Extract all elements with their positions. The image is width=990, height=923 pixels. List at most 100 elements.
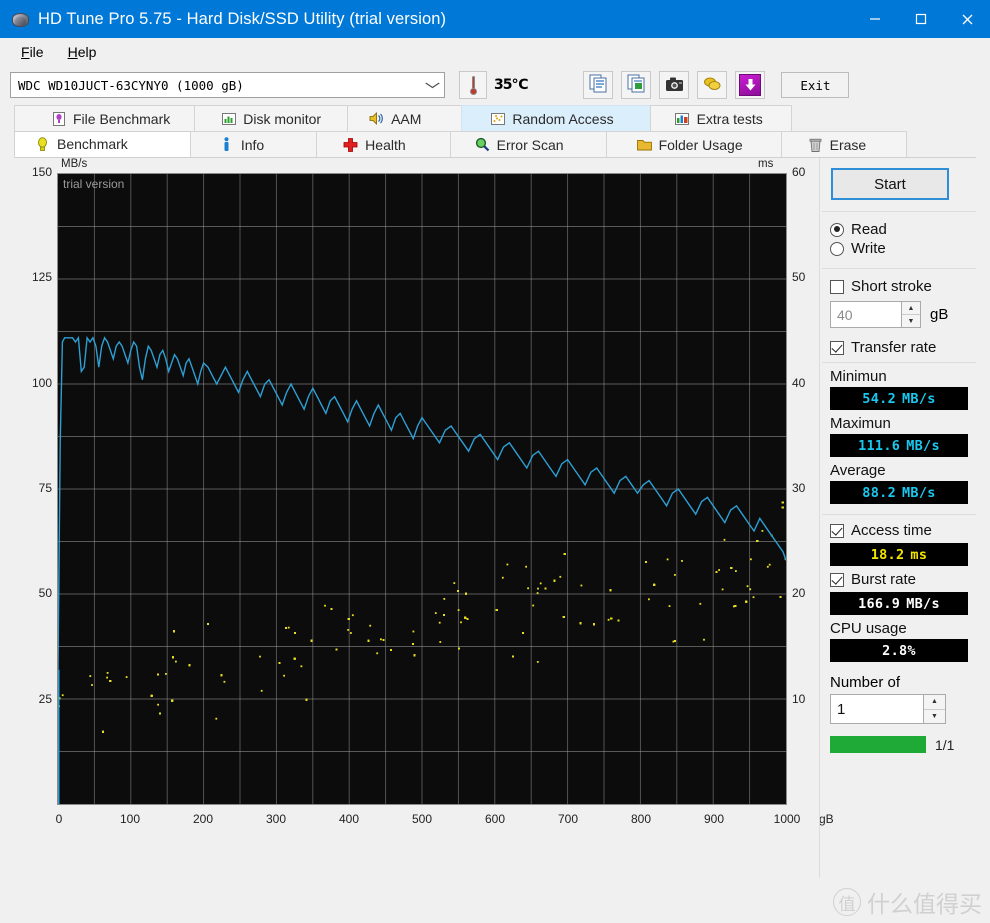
short-stroke-stepper[interactable]: 40 ▲ ▼ gB xyxy=(830,301,976,328)
close-button[interactable] xyxy=(944,0,990,38)
tab-random-access-label: Random Access xyxy=(512,110,614,127)
y-tick-right: 10 xyxy=(792,691,806,706)
tab-info-label: Info xyxy=(240,136,265,153)
number-of-input[interactable]: 1 xyxy=(830,694,924,724)
tab-extra-tests[interactable]: Extra tests xyxy=(649,105,792,131)
drive-select[interactable]: WDC WD10JUCT-63CYNY0 (1000 gB) xyxy=(10,72,445,98)
number-of-stepper[interactable]: 1 ▲ ▼ xyxy=(830,694,976,724)
tab-file-benchmark-label: File Benchmark xyxy=(73,110,171,127)
magnifier-icon xyxy=(475,137,490,152)
tab-folder-usage[interactable]: Folder Usage xyxy=(605,131,782,157)
maximize-button[interactable] xyxy=(898,0,944,38)
x-tick: 300 xyxy=(265,812,287,826)
radio-read[interactable]: Read xyxy=(830,221,976,238)
folder-icon xyxy=(636,137,652,152)
number-of-spin-buttons[interactable]: ▲ ▼ xyxy=(924,694,946,724)
minimum-value-display: 54.2 MB/s xyxy=(830,387,968,410)
window-controls xyxy=(852,0,990,38)
minimum-value: 54.2 xyxy=(862,390,896,407)
copy-button[interactable] xyxy=(583,71,614,99)
tab-erase[interactable]: Erase xyxy=(780,131,908,157)
tab-disk-monitor-label: Disk monitor xyxy=(243,110,322,127)
spin-down-icon[interactable]: ▼ xyxy=(924,710,945,724)
chevron-down-icon xyxy=(424,79,441,92)
cpu-usage-value-display: 2.8% xyxy=(830,639,968,662)
y-tick-left: 50 xyxy=(38,586,52,601)
start-button[interactable]: Start xyxy=(831,168,949,200)
bulb-icon xyxy=(35,136,50,152)
short-stroke-input[interactable]: 40 xyxy=(830,301,902,328)
minimum-unit: MB/s xyxy=(902,390,936,407)
y-tick-left: 25 xyxy=(38,691,52,706)
divider xyxy=(822,362,976,363)
tab-disk-monitor[interactable]: Disk monitor xyxy=(194,105,349,131)
x-tick: 700 xyxy=(557,812,579,826)
short-stroke-unit: gB xyxy=(930,306,949,323)
temperature-button[interactable] xyxy=(459,71,487,99)
maximum-value-display: 111.6 MB/s xyxy=(830,434,968,457)
menu-file[interactable]: File xyxy=(9,41,56,63)
burst-rate-value: 166.9 xyxy=(858,595,901,612)
copy-image-icon xyxy=(627,74,646,96)
x-tick: 800 xyxy=(630,812,652,826)
copy-icon xyxy=(589,74,608,96)
access-time-value-display: 18.2 ms xyxy=(830,543,968,566)
transfer-rate-label: Transfer rate xyxy=(851,339,937,356)
tab-random-access[interactable]: Random Access xyxy=(461,105,651,131)
menu-help-rest: elp xyxy=(77,43,97,60)
tab-row-lower: Benchmark Info Health Error Scan Folder … xyxy=(14,131,976,157)
tab-aam[interactable]: AAM xyxy=(347,105,463,131)
window-titlebar: HD Tune Pro 5.75 - Hard Disk/SSD Utility… xyxy=(0,0,990,38)
tab-health-label: Health xyxy=(365,136,406,153)
menu-help[interactable]: Help xyxy=(56,41,109,63)
short-stroke-label: Short stroke xyxy=(851,278,932,295)
coins-button[interactable] xyxy=(697,71,728,99)
burst-rate-label: Burst rate xyxy=(851,571,917,588)
checkbox-short-stroke[interactable]: Short stroke xyxy=(830,278,976,295)
watermark-brand: 什么值得买 xyxy=(867,892,982,918)
x-tick: 100 xyxy=(119,812,141,826)
short-stroke-spin-buttons[interactable]: ▲ ▼ xyxy=(902,301,921,328)
tab-row-upper: File Benchmark Disk monitor AAM Random A… xyxy=(14,105,976,131)
average-value: 88.2 xyxy=(862,484,896,501)
tab-file-benchmark[interactable]: File Benchmark xyxy=(14,105,196,131)
maximum-label: Maximun xyxy=(830,415,891,432)
y-tick-right: 40 xyxy=(792,375,806,390)
tab-bar: File Benchmark Disk monitor AAM Random A… xyxy=(0,105,990,157)
access-time-checkbox-indicator xyxy=(830,523,844,538)
tab-benchmark[interactable]: Benchmark xyxy=(14,131,191,157)
download-button[interactable] xyxy=(735,71,766,99)
chart-area: MB/s ms trial version 25 50 75 100 125 150 10… xyxy=(14,158,834,826)
checkbox-burst-rate[interactable]: Burst rate xyxy=(830,571,976,588)
radio-write[interactable]: Write xyxy=(830,240,976,257)
tab-health[interactable]: Health xyxy=(316,131,451,157)
screenshot-button[interactable] xyxy=(659,71,690,99)
menu-file-rest: ile xyxy=(29,43,44,60)
exit-button[interactable]: Exit xyxy=(781,72,850,98)
minimum-label: Minimun xyxy=(830,368,887,385)
y-tick-left: 125 xyxy=(31,270,52,285)
tab-info[interactable]: Info xyxy=(189,131,318,157)
spin-down-icon[interactable]: ▼ xyxy=(902,315,920,327)
y-tick-left: 150 xyxy=(31,165,52,179)
app-icon xyxy=(11,10,29,28)
spin-up-icon[interactable]: ▲ xyxy=(924,695,945,710)
minimize-button[interactable] xyxy=(852,0,898,38)
tab-error-scan[interactable]: Error Scan xyxy=(449,131,607,157)
access-time-unit: ms xyxy=(910,546,928,563)
x-tick: 0 xyxy=(55,812,63,826)
short-stroke-checkbox-indicator xyxy=(830,279,844,294)
x-tick: 400 xyxy=(338,812,360,826)
radio-write-indicator xyxy=(830,241,844,256)
info-icon xyxy=(219,137,234,152)
average-label: Average xyxy=(830,462,886,479)
checkbox-access-time[interactable]: Access time xyxy=(830,522,976,539)
divider xyxy=(822,211,976,212)
copy-image-button[interactable] xyxy=(621,71,652,99)
divider xyxy=(822,514,976,515)
y-tick-right: 50 xyxy=(792,270,806,285)
checkbox-transfer-rate[interactable]: Transfer rate xyxy=(830,339,976,356)
y-axis-unit-left: MB/s xyxy=(61,158,88,170)
x-tick: 200 xyxy=(192,812,214,826)
spin-up-icon[interactable]: ▲ xyxy=(902,302,920,315)
